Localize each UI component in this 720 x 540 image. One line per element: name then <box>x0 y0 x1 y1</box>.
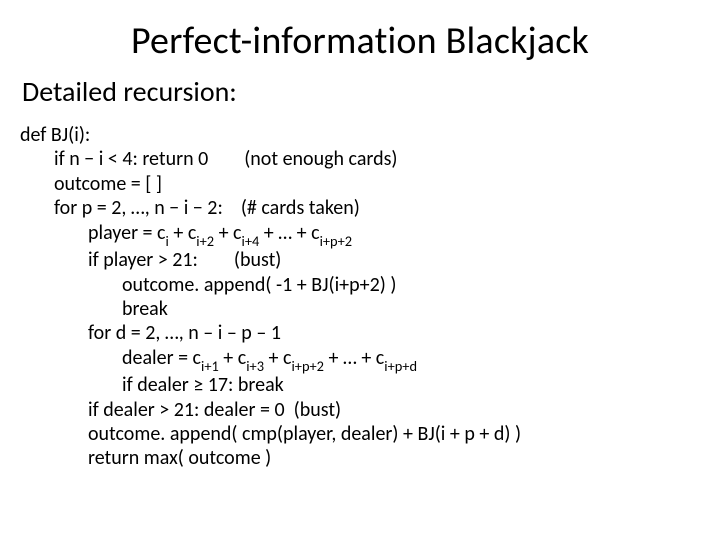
subscript: i+1 <box>201 357 219 375</box>
code-line: if dealer ≥ 17: break <box>20 373 700 397</box>
code-text: + … + c <box>259 221 319 245</box>
code-line: for p = 2, …, n − i − 2: (# cards taken) <box>20 196 700 220</box>
pseudocode-block: def BJ(i): if n − i < 4: return 0 (not en… <box>20 123 700 471</box>
code-comment: (not enough cards) <box>244 147 397 171</box>
code-line: if n − i < 4: return 0 (not enough cards) <box>20 147 700 171</box>
slide: Perfect-information Blackjack Detailed r… <box>0 0 720 540</box>
code-line: outcome = [ ] <box>20 172 700 196</box>
code-text: + … + c <box>324 346 384 370</box>
code-line: outcome. append( cmp(player, dealer) + B… <box>20 422 700 446</box>
code-text: if dealer > 21: dealer = 0 <box>88 398 285 422</box>
code-text: + c <box>169 221 196 245</box>
subscript: i+p+2 <box>320 232 353 250</box>
code-text: for p = 2, …, n − i − 2: <box>54 196 223 220</box>
code-line: for d = 2, …, n – i – p – 1 <box>20 321 700 345</box>
code-text: dealer = c <box>122 346 201 370</box>
code-text: + c <box>219 346 246 370</box>
code-comment: (bust) <box>294 398 341 422</box>
code-text: player = c <box>88 221 166 245</box>
subscript: i+p+2 <box>291 357 324 375</box>
slide-title: Perfect-information Blackjack <box>20 18 700 64</box>
code-line: break <box>20 297 700 321</box>
code-text: if player > 21: <box>88 248 198 272</box>
code-comment: (bust) <box>234 248 281 272</box>
subscript: i <box>166 232 169 250</box>
subscript: i+2 <box>196 232 214 250</box>
code-line: dealer = ci+1 + ci+3 + ci+p+2 + … + ci+p… <box>20 346 700 374</box>
subscript: i+3 <box>246 357 264 375</box>
slide-subtitle: Detailed recursion: <box>22 74 700 109</box>
code-text: if n − i < 4: return 0 <box>54 147 208 171</box>
code-text: + c <box>214 221 241 245</box>
code-line: if player > 21: (bust) <box>20 248 700 272</box>
code-line: return max( outcome ) <box>20 446 700 470</box>
code-line: player = ci + ci+2 + ci+4 + … + ci+p+2 <box>20 221 700 249</box>
subscript: i+p+d <box>384 357 417 375</box>
code-line: if dealer > 21: dealer = 0 (bust) <box>20 398 700 422</box>
code-line: outcome. append( -1 + BJ(i+p+2) ) <box>20 273 700 297</box>
code-line: def BJ(i): <box>20 123 700 147</box>
subscript: i+4 <box>242 232 260 250</box>
code-text: + c <box>264 346 291 370</box>
code-comment: (# cards taken) <box>241 196 360 220</box>
